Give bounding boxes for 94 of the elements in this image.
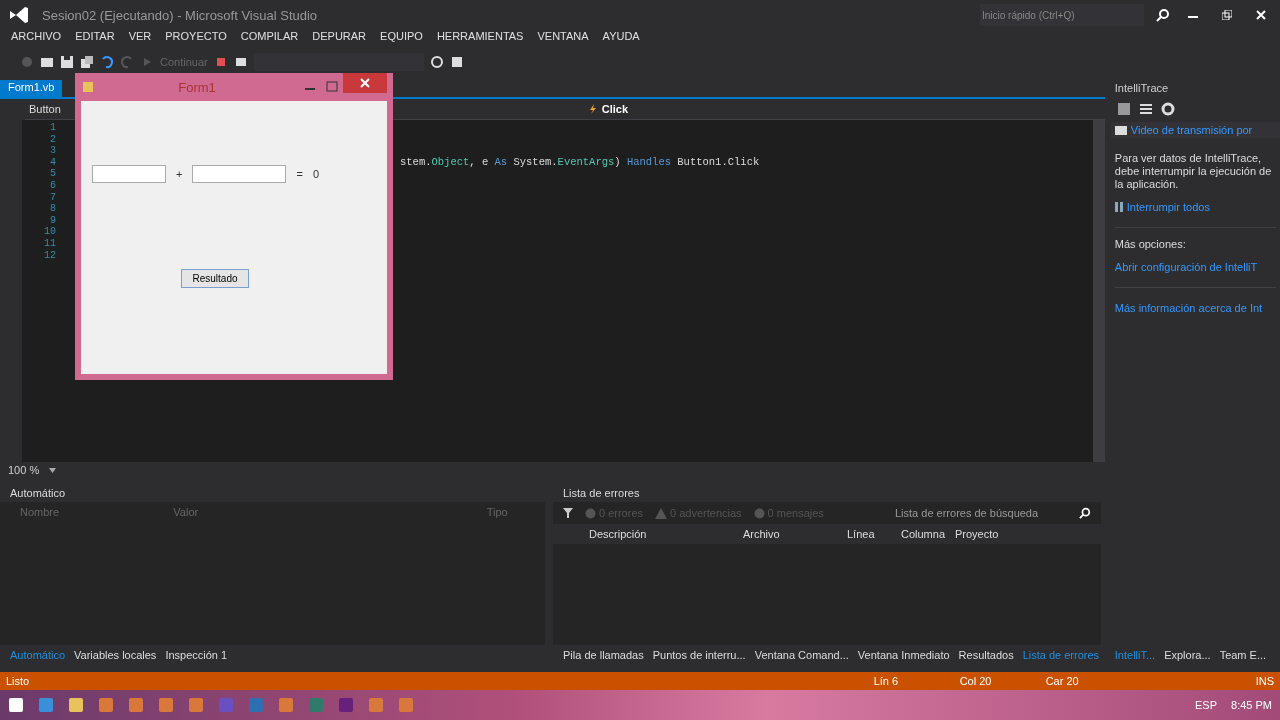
line-number: 7: [49, 191, 56, 204]
line-number: 3: [49, 145, 56, 157]
menu-item[interactable]: DEPURAR: [305, 30, 374, 46]
column-indicator: Col 20: [959, 675, 993, 687]
zoom-dropdown[interactable]: 100 %: [8, 464, 40, 476]
panel-tab[interactable]: Explora...: [1164, 649, 1211, 661]
list-icon[interactable]: [1138, 102, 1153, 116]
taskbar-app-icon[interactable]: [8, 697, 24, 713]
save-all-icon[interactable]: [80, 55, 94, 69]
pause-icon: [1114, 202, 1124, 212]
mode-indicator: INS: [1255, 675, 1274, 687]
app-icon: [81, 80, 95, 94]
close-button[interactable]: [343, 73, 387, 93]
panel-tab[interactable]: Puntos de interru...: [652, 649, 746, 661]
code-line: stem.Object, e As System.EventArgs) Handles Button1.Click: [400, 155, 760, 168]
search-icon[interactable]: [1156, 8, 1170, 22]
status-text: Listo: [6, 675, 30, 687]
class-dropdown[interactable]: Button: [25, 103, 65, 115]
line-number: 5: [49, 168, 56, 180]
menu-item[interactable]: VENTANA: [530, 30, 596, 46]
panel-tab[interactable]: IntelliT...: [1114, 649, 1156, 661]
search-icon[interactable]: [1079, 507, 1091, 519]
menu-item[interactable]: EQUIPO: [373, 30, 430, 46]
help-link[interactable]: Abrir configuración de IntelliT: [1110, 257, 1280, 277]
lightning-icon: [588, 104, 597, 114]
error-icon: [585, 507, 596, 519]
line-number: 11: [43, 237, 56, 250]
panel-tab[interactable]: Ventana Inmediato: [857, 649, 950, 661]
undo-icon[interactable]: [100, 55, 114, 69]
info-icon: [753, 507, 765, 519]
line-number: 9: [49, 214, 56, 227]
warning-icon: [655, 507, 668, 519]
equals-sign: =: [296, 168, 303, 180]
grid-icon[interactable]: [1116, 102, 1131, 116]
panel-title: Automático: [10, 487, 66, 499]
result-button[interactable]: Resultado: [181, 269, 249, 288]
input-field[interactable]: [192, 165, 287, 183]
quick-launch-field[interactable]: Inicio rápido (Ctrl+Q): [980, 4, 1144, 26]
filter-icon[interactable]: [563, 508, 573, 518]
panel-tab[interactable]: Resultados: [958, 649, 1014, 661]
menu-item[interactable]: ARCHIVO: [4, 30, 69, 46]
line-indicator: Lín 6: [873, 675, 900, 687]
logo-icon: [8, 5, 30, 25]
line-number: 6: [49, 179, 56, 192]
window-title: Sesion02 (Ejecutando) - Microsoft Visual Studio: [42, 7, 318, 23]
language-indicator[interactable]: ESP: [1195, 699, 1218, 711]
close-icon[interactable]: [1256, 10, 1266, 20]
menu-item[interactable]: AYUDA: [595, 30, 647, 46]
result-label: 0: [312, 168, 319, 180]
menu-item[interactable]: PROYECTO: [158, 30, 234, 46]
break-all-link[interactable]: Interrumpir todos: [1110, 197, 1280, 217]
column-header[interactable]: Columna: [901, 528, 955, 540]
clock[interactable]: 8:45 PM: [1231, 699, 1272, 711]
caret-icon[interactable]: [49, 467, 57, 473]
plus-sign: +: [176, 168, 183, 180]
info-text: Para ver datos de IntelliTrace, debe interrumpir la ejecución de la aplicación.: [1113, 151, 1273, 192]
char-indicator: Car 20: [1045, 675, 1080, 687]
taskbar-app-icon[interactable]: [68, 697, 84, 713]
line-number: 4: [49, 156, 56, 169]
panel-tab[interactable]: Inspección 1: [165, 649, 228, 661]
menu-item[interactable]: HERRAMIENTAS: [429, 30, 531, 46]
line-number: 8: [49, 203, 56, 215]
view-dropdown[interactable]: Video de transmisión por: [1110, 122, 1280, 138]
panel-tab[interactable]: Variables locales: [74, 649, 157, 661]
menu-item[interactable]: COMPILAR: [233, 30, 306, 46]
vertical-scrollbar[interactable]: [1092, 120, 1105, 462]
settings-icon[interactable]: [1160, 102, 1175, 116]
document-tab[interactable]: Form1.vb: [0, 80, 63, 97]
method-dropdown[interactable]: Click: [584, 103, 633, 115]
menu-item[interactable]: VER: [121, 30, 159, 46]
panel-tab[interactable]: Lista de errores: [1022, 649, 1100, 661]
line-number: 1: [49, 122, 56, 134]
form-title: Form1: [177, 79, 217, 95]
video-icon: [1114, 125, 1127, 135]
column-header[interactable]: Descripción: [589, 528, 743, 540]
restore-icon[interactable]: [1222, 10, 1232, 20]
column-header[interactable]: Línea: [847, 528, 901, 540]
input-field[interactable]: [92, 165, 166, 183]
panel-tab[interactable]: Ventana Comand...: [754, 649, 849, 661]
panel-tab[interactable]: Pila de llamadas: [563, 649, 644, 661]
menu-item[interactable]: EDITAR: [68, 30, 122, 46]
search-field[interactable]: Lista de errores de búsqueda: [893, 506, 1067, 520]
line-number: 12: [43, 249, 56, 262]
save-icon[interactable]: [60, 55, 74, 69]
line-number: 10: [43, 226, 56, 238]
column-header[interactable]: Proyecto: [955, 528, 1029, 540]
panel-tab[interactable]: Automático: [10, 649, 66, 661]
line-number: 2: [49, 133, 56, 146]
options-label: Más opciones:: [1113, 238, 1187, 252]
panel-title: Lista de errores: [563, 487, 640, 499]
column-header[interactable]: Archivo: [743, 528, 847, 540]
panel-title: IntelliTrace: [1114, 82, 1169, 94]
help-link[interactable]: Más información acerca de Int: [1110, 298, 1280, 318]
panel-tab[interactable]: Team E...: [1219, 649, 1267, 661]
